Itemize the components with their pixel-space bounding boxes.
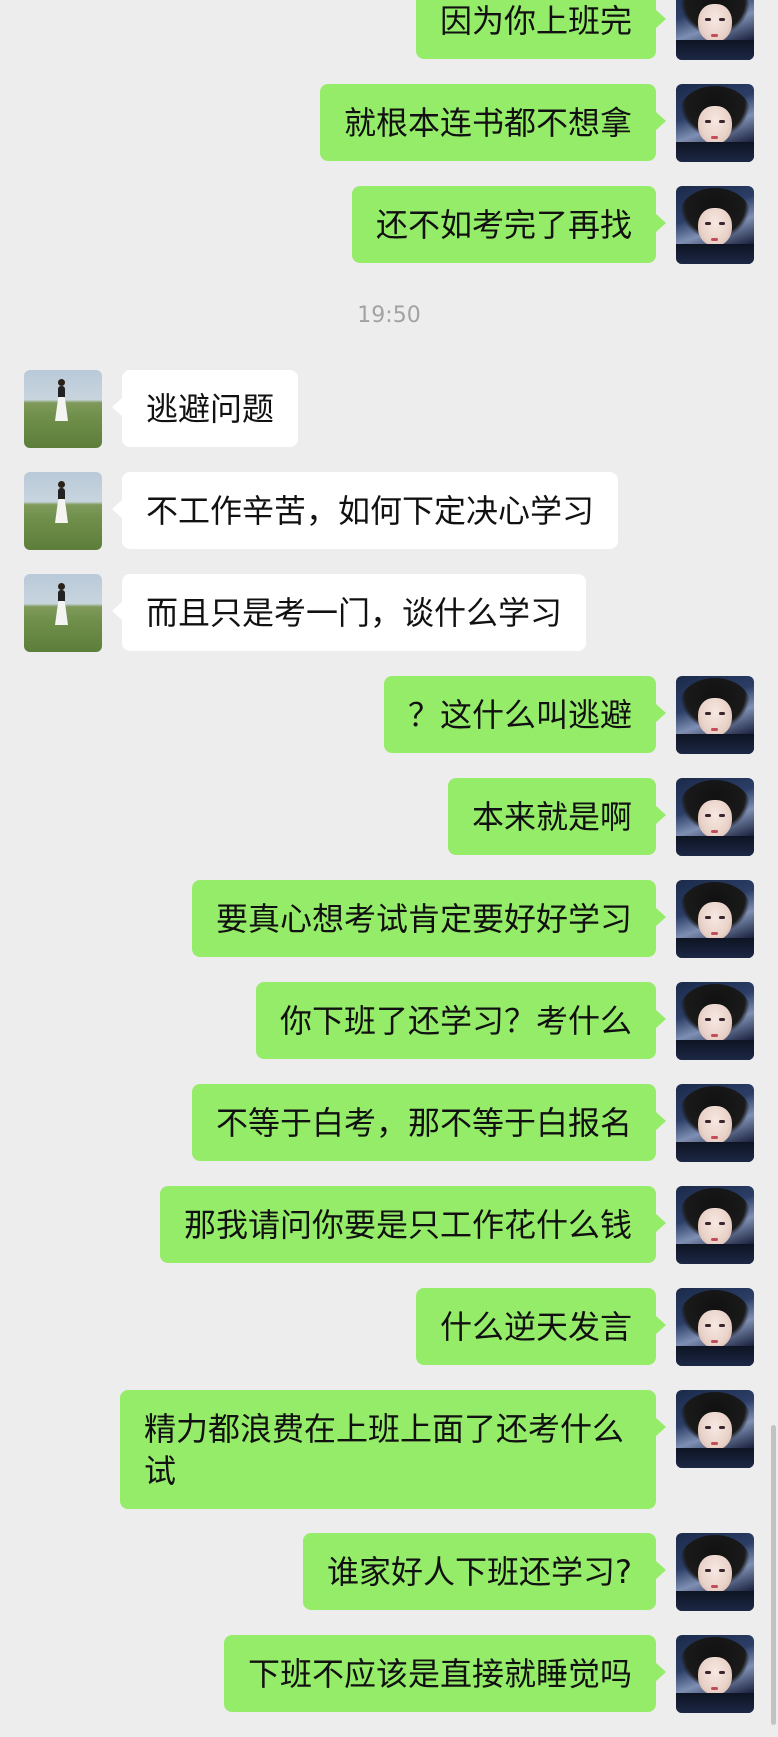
my-avatar[interactable] xyxy=(676,1186,754,1264)
my-avatar[interactable] xyxy=(676,880,754,958)
message-row: 本来就是啊 xyxy=(0,778,778,856)
message-row: 就根本连书都不想拿 xyxy=(0,84,778,162)
message-row: 你下班了还学习？考什么 xyxy=(0,982,778,1060)
message-bubble[interactable]: 精力都浪费在上班上面了还考什么试 xyxy=(120,1390,666,1509)
message-bubble[interactable]: 还不如考完了再找 xyxy=(351,186,667,263)
message-timestamp: 19:50 xyxy=(357,303,421,328)
message-bubble[interactable]: 本来就是啊 xyxy=(447,778,667,855)
message-row: 精力都浪费在上班上面了还考什么试 xyxy=(0,1390,778,1509)
message-bubble[interactable]: 你下班了还学习？考什么 xyxy=(255,982,667,1059)
scrollbar[interactable] xyxy=(771,1425,776,1725)
message-bubble[interactable]: 什么逆天发言 xyxy=(415,1288,667,1365)
message-bubble[interactable]: 不工作辛苦，如何下定决心学习 xyxy=(111,472,619,549)
contact-avatar[interactable] xyxy=(24,574,102,652)
message-bubble[interactable]: 就根本连书都不想拿 xyxy=(319,84,667,161)
my-avatar[interactable] xyxy=(676,0,754,60)
my-avatar[interactable] xyxy=(676,676,754,754)
my-avatar[interactable] xyxy=(676,1288,754,1366)
my-avatar[interactable] xyxy=(676,1390,754,1468)
contact-avatar[interactable] xyxy=(24,472,102,550)
message-row: 逃避问题 xyxy=(0,370,778,448)
message-row: 谁家好人下班还学习? xyxy=(0,1533,778,1611)
message-bubble[interactable]: 下班不应该是直接就睡觉吗 xyxy=(223,1635,667,1712)
my-avatar[interactable] xyxy=(676,186,754,264)
my-avatar[interactable] xyxy=(676,982,754,1060)
message-bubble[interactable]: ？这什么叫逃避 xyxy=(383,676,667,753)
message-row: 不等于白考，那不等于白报名 xyxy=(0,1084,778,1162)
message-bubble[interactable]: 逃避问题 xyxy=(111,370,299,447)
my-avatar[interactable] xyxy=(676,84,754,162)
message-bubble[interactable]: 因为你上班完 xyxy=(415,0,667,59)
my-avatar[interactable] xyxy=(676,778,754,856)
message-row: 要真心想考试肯定要好好学习 xyxy=(0,880,778,958)
message-row: 下班不应该是直接就睡觉吗 xyxy=(0,1635,778,1713)
message-row: 因为你上班完 xyxy=(0,0,778,60)
my-avatar[interactable] xyxy=(676,1533,754,1611)
contact-avatar[interactable] xyxy=(24,370,102,448)
message-row: 而且只是考一门，谈什么学习 xyxy=(0,574,778,652)
message-bubble[interactable]: 谁家好人下班还学习? xyxy=(303,1533,666,1610)
my-avatar[interactable] xyxy=(676,1635,754,1713)
message-row: 什么逆天发言 xyxy=(0,1288,778,1366)
message-bubble[interactable]: 要真心想考试肯定要好好学习 xyxy=(191,880,667,957)
message-bubble[interactable]: 不等于白考，那不等于白报名 xyxy=(191,1084,667,1161)
message-row: 还不如考完了再找 xyxy=(0,186,778,264)
chat-message-list[interactable]: 因为你上班完 就根本连书都不想拿 还不如考完了再找 19:50 逃避问题 不工作… xyxy=(0,0,778,1737)
message-row: 那我请问你要是只工作花什么钱 xyxy=(0,1186,778,1264)
message-bubble[interactable]: 而且只是考一门，谈什么学习 xyxy=(111,574,587,651)
message-row: 不工作辛苦，如何下定决心学习 xyxy=(0,472,778,550)
my-avatar[interactable] xyxy=(676,1084,754,1162)
message-bubble[interactable]: 那我请问你要是只工作花什么钱 xyxy=(159,1186,667,1263)
message-row: ？这什么叫逃避 xyxy=(0,676,778,754)
